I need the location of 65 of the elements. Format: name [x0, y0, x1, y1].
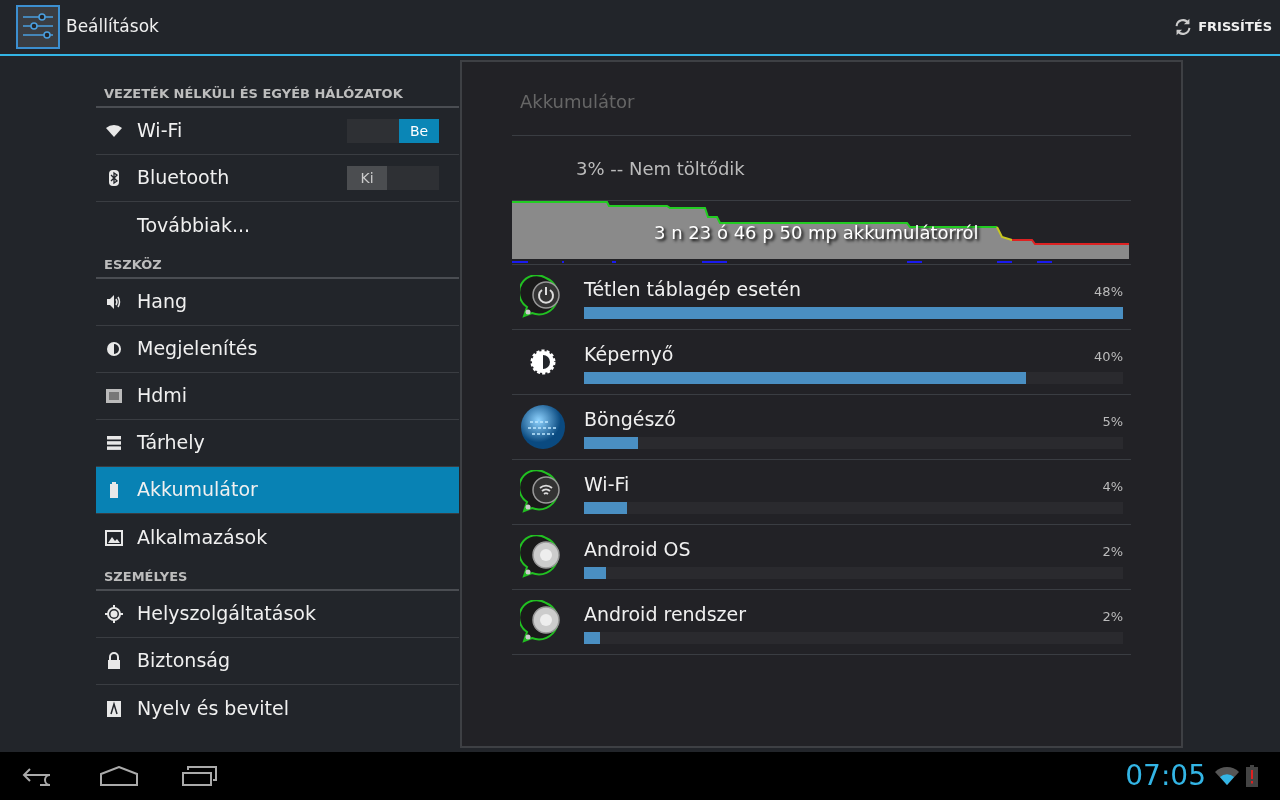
item-label: Bluetooth: [137, 166, 231, 190]
settings-item[interactable]: Alkalmazások: [96, 514, 459, 561]
settings-icon[interactable]: [16, 5, 60, 49]
usage-name: Android rendszer: [584, 601, 747, 627]
settings-item[interactable]: Biztonság: [96, 638, 459, 685]
section-header: VEZETÉK NÉLKÜLI ÉS EGYÉB HÁLÓZATOK: [96, 78, 459, 108]
item-label: Helyszolgáltatások: [137, 602, 317, 626]
usage-name: Képernyő: [584, 341, 674, 367]
item-label: Nyelv és bevitel: [137, 696, 291, 721]
settings-item[interactable]: Nyelv és bevitel: [96, 685, 459, 732]
item-label: Hang: [137, 290, 189, 314]
settings-item[interactable]: Bluetooth Ki: [96, 155, 459, 202]
usage-row[interactable]: Android OS 2%: [512, 525, 1131, 590]
section-header: ESZKÖZ: [96, 249, 459, 279]
monitor-icon: [104, 386, 124, 406]
usage-percent: 2%: [1102, 542, 1123, 561]
section-header: SZEMÉLYES: [96, 561, 459, 591]
settings-item[interactable]: Továbbiak...: [96, 202, 459, 249]
usage-row[interactable]: Android rendszer 2%: [512, 590, 1131, 655]
item-label: Hdmi: [137, 384, 189, 408]
usage-percent: 5%: [1102, 412, 1123, 431]
usage-row[interactable]: Képernyő 40%: [512, 330, 1131, 395]
usage-name: Tétlen táblagép esetén: [584, 276, 801, 302]
graph-caption: 3 n 23 ó 46 p 50 mp akkumulátorról: [654, 221, 979, 245]
item-label: Wi-Fi: [137, 119, 184, 143]
wifi-signal-icon: [1214, 766, 1240, 786]
settings-item[interactable]: Helyszolgáltatások: [96, 591, 459, 638]
usage-name: Android OS: [584, 536, 691, 562]
usage-name: Wi-Fi: [584, 471, 630, 497]
usage-percent: 48%: [1094, 282, 1123, 301]
usage-percent: 4%: [1102, 477, 1123, 496]
settings-item[interactable]: Akkumulátor: [96, 467, 459, 514]
low-battery-icon: [1246, 765, 1258, 787]
usage-row[interactable]: Tétlen táblagép esetén 48%: [512, 265, 1131, 330]
picture-icon: [104, 527, 124, 548]
usage-row[interactable]: Böngésző 5%: [512, 395, 1131, 460]
item-label: Továbbiak...: [137, 213, 252, 238]
settings-item[interactable]: Hdmi: [96, 373, 459, 420]
usage-row[interactable]: Wi-Fi 4%: [512, 460, 1131, 525]
recent-apps-icon[interactable]: [182, 765, 218, 787]
toggle-switch[interactable]: Be: [347, 119, 439, 143]
globe-icon: [520, 404, 566, 450]
storage-icon: [104, 433, 124, 453]
toggle-label: Be: [399, 119, 439, 143]
settings-item[interactable]: Wi-Fi Be: [96, 108, 459, 155]
clock: 07:05: [1125, 758, 1206, 794]
refresh-button[interactable]: FRISSÍTÉS: [1172, 16, 1272, 38]
toggle-switch[interactable]: Ki: [347, 166, 439, 190]
app-title: Beállítások: [66, 15, 159, 39]
item-label: Akkumulátor: [137, 478, 259, 502]
location-icon: [104, 604, 124, 624]
item-label: Tárhely: [137, 431, 206, 455]
usage-percent: 40%: [1094, 347, 1123, 366]
item-label: Alkalmazások: [137, 525, 269, 550]
usage-percent: 2%: [1102, 607, 1123, 626]
panel-title: Akkumulátor: [512, 84, 1131, 136]
battery-status: 3% -- Nem töltődik: [512, 136, 1131, 201]
settings-item[interactable]: Megjelenítés: [96, 326, 459, 373]
item-label: Biztonság: [137, 649, 231, 673]
home-icon[interactable]: [100, 766, 138, 786]
usage-name: Böngésző: [584, 406, 676, 432]
toggle-label: Ki: [347, 166, 387, 190]
item-label: Megjelenítés: [137, 337, 259, 361]
brightness-icon: [104, 339, 124, 359]
settings-item[interactable]: Hang: [96, 279, 459, 326]
